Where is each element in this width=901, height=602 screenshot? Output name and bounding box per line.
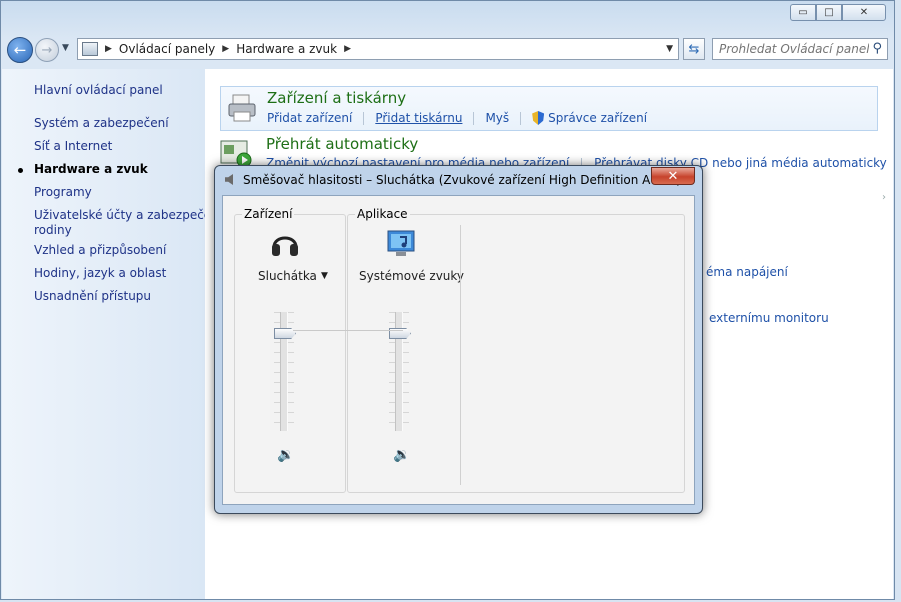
printer-icon [228, 94, 256, 122]
control-panel-icon [82, 42, 98, 56]
mouse-link[interactable]: Myš [485, 111, 509, 125]
app-name[interactable]: Systémové zvuky [359, 269, 464, 283]
breadcrumb-control-panel[interactable]: Ovládací panely [119, 42, 215, 56]
device-group: Zařízení Sluchátka ▼ 🔉 [234, 207, 346, 493]
sidebar-item-network[interactable]: Síť a Internet [34, 139, 112, 153]
back-button[interactable]: ← [7, 37, 33, 63]
headphones-icon [272, 236, 298, 256]
sidebar-item-user-accounts-cont[interactable]: rodiny [34, 223, 72, 237]
volume-mixer-dialog: Směšovač hlasitosti – Sluchátka (Zvukové… [214, 165, 703, 514]
sidebar-item-user-accounts[interactable]: Uživatelské účty a zabezpečení [34, 208, 222, 222]
search-box[interactable]: ⚲ [712, 38, 888, 60]
arrow-right-icon: → [41, 42, 53, 58]
link-divider [473, 111, 475, 125]
refresh-icon: ⇆ [688, 41, 700, 57]
mixer-body: Zařízení Sluchátka ▼ 🔉 Aplikace Systémov… [222, 195, 695, 505]
category-links: Přidat zařízení Přidat tiskárnu Myš Sprá… [267, 111, 647, 125]
sidebar-item-system-security[interactable]: Systém a zabezpečení [34, 116, 169, 130]
category-devices-printers: Zařízení a tiskárny Přidat zařízení Přid… [220, 86, 878, 131]
add-device-link[interactable]: Přidat zařízení [267, 111, 352, 125]
refresh-button[interactable]: ⇆ [683, 38, 705, 60]
current-item-bullet [18, 168, 23, 173]
speaker-icon [225, 174, 233, 185]
volume-link-line [293, 330, 403, 331]
address-bar[interactable]: ▶ Ovládací panely ▶ Hardware a zvuk ▶ ▼ [77, 38, 679, 60]
device-name[interactable]: Sluchátka [258, 269, 317, 283]
app-column-divider [460, 225, 461, 485]
system-sounds-icon [387, 230, 415, 256]
uac-shield-icon [532, 111, 545, 125]
sidebar-item-appearance[interactable]: Vzhled a přizpůsobení [34, 243, 166, 257]
caption-buttons: ▭ □ ✕ [790, 4, 886, 21]
apps-group-label: Aplikace [355, 207, 410, 221]
speaker-icon[interactable]: 🔉 [393, 447, 410, 463]
minimize-button[interactable]: ▭ [790, 4, 816, 21]
speaker-icon[interactable]: 🔉 [277, 447, 294, 463]
search-input[interactable] [719, 40, 869, 58]
dialog-close-button[interactable]: ✕ [651, 167, 695, 185]
scroll-hint-icon: › [882, 192, 886, 203]
chevron-right-icon[interactable]: ▶ [344, 44, 351, 54]
sidebar-item-hardware-sound[interactable]: Hardware a zvuk [34, 162, 148, 176]
device-manager-link[interactable]: Správce zařízení [548, 111, 647, 125]
autoplay-icon [220, 140, 252, 168]
device-volume-slider[interactable] [274, 312, 296, 431]
dialog-title: Směšovač hlasitosti – Sluchátka (Zvukové… [243, 173, 681, 187]
maximize-button[interactable]: □ [816, 4, 842, 21]
address-dropdown-icon[interactable]: ▼ [666, 44, 673, 54]
category-title[interactable]: Zařízení a tiskárny [267, 89, 406, 107]
sidebar-item-home[interactable]: Hlavní ovládací panel [34, 83, 163, 97]
chevron-down-icon[interactable]: ▼ [321, 271, 328, 281]
add-printer-link[interactable]: Přidat tiskárnu [375, 111, 462, 125]
breadcrumb-hardware-sound[interactable]: Hardware a zvuk [236, 42, 337, 56]
sidebar-item-programs[interactable]: Programy [34, 185, 92, 199]
device-group-label: Zařízení [242, 207, 295, 221]
forward-button[interactable]: → [35, 38, 59, 62]
chevron-right-icon[interactable]: ▶ [222, 44, 229, 54]
sidebar-item-clock-language[interactable]: Hodiny, jazyk a oblast [34, 266, 166, 280]
link-divider [520, 111, 522, 125]
sidebar-item-ease-of-access[interactable]: Usnadnění přístupu [34, 289, 151, 303]
close-button[interactable]: ✕ [842, 4, 886, 21]
recent-pages-dropdown[interactable]: ▼ [62, 43, 69, 53]
power-plan-link-fragment[interactable]: éma napájení [706, 265, 788, 279]
arrow-left-icon: ← [13, 41, 27, 59]
link-divider [363, 111, 365, 125]
chevron-right-icon[interactable]: ▶ [105, 44, 112, 54]
sidebar: Hlavní ovládací panel Systém a zabezpeče… [2, 69, 222, 599]
applications-group: Aplikace Systémové zvuky 🔉 [347, 207, 685, 493]
category-title-autoplay[interactable]: Přehrát automaticky [266, 135, 418, 153]
external-monitor-link-fragment[interactable]: externímu monitoru [709, 311, 829, 325]
search-icon[interactable]: ⚲ [872, 41, 882, 56]
